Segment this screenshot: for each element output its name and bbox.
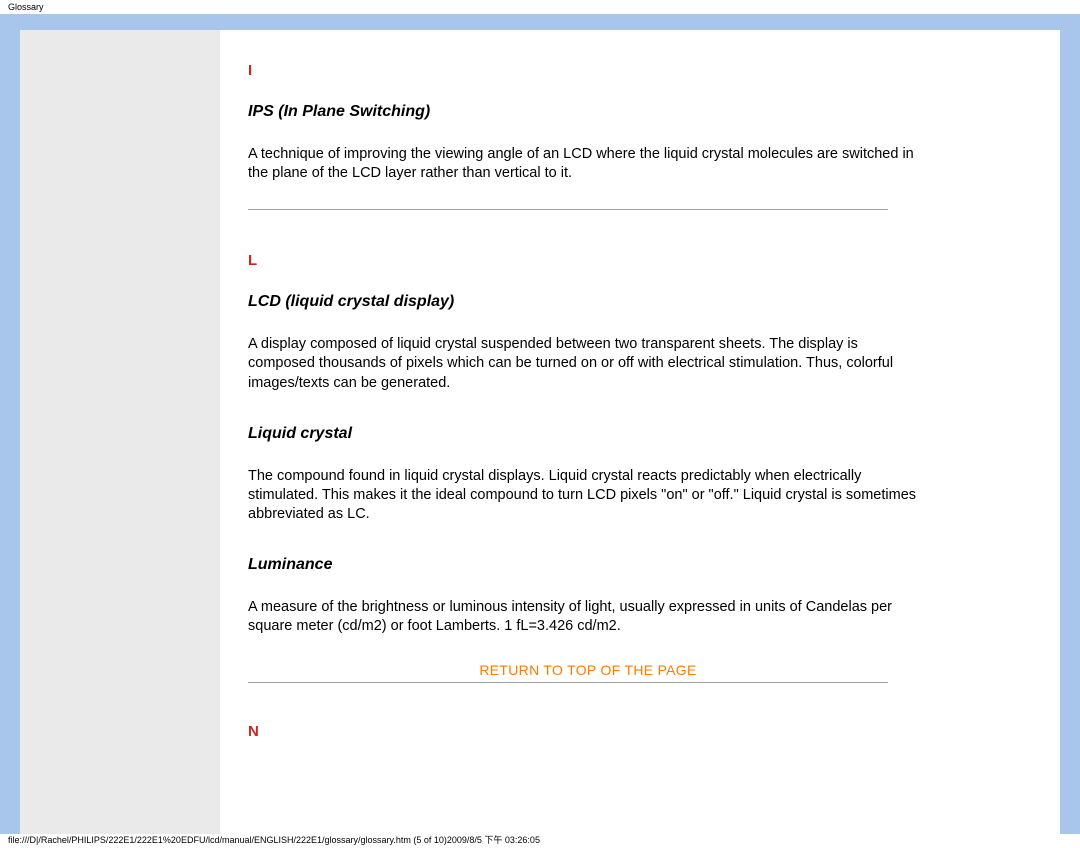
- content-frame: I IPS (In Plane Switching) A technique o…: [0, 14, 1080, 834]
- term-liquid-crystal: Liquid crystal: [248, 425, 1028, 443]
- left-sidebar: [20, 30, 220, 834]
- term-ips: IPS (In Plane Switching): [248, 103, 1028, 121]
- desc-luminance: A measure of the brightness or luminous …: [248, 598, 928, 636]
- section-letter-I: I: [248, 62, 1028, 79]
- glossary-content: I IPS (In Plane Switching) A technique o…: [220, 30, 1060, 834]
- footer-path: file:///D|/Rachel/PHILIPS/222E1/222E1%20…: [0, 834, 1080, 846]
- section-letter-N: N: [248, 723, 1028, 740]
- return-to-top-link[interactable]: RETURN TO TOP OF THE PAGE: [479, 662, 696, 678]
- section-letter-L: L: [248, 252, 1028, 269]
- term-luminance: Luminance: [248, 556, 1028, 574]
- page-header: Glossary: [0, 0, 1080, 14]
- desc-liquid-crystal: The compound found in liquid crystal dis…: [248, 467, 928, 524]
- desc-ips: A technique of improving the viewing ang…: [248, 145, 928, 183]
- divider: [248, 682, 888, 683]
- term-lcd: LCD (liquid crystal display): [248, 293, 1028, 311]
- desc-lcd: A display composed of liquid crystal sus…: [248, 335, 928, 392]
- divider: [248, 209, 888, 210]
